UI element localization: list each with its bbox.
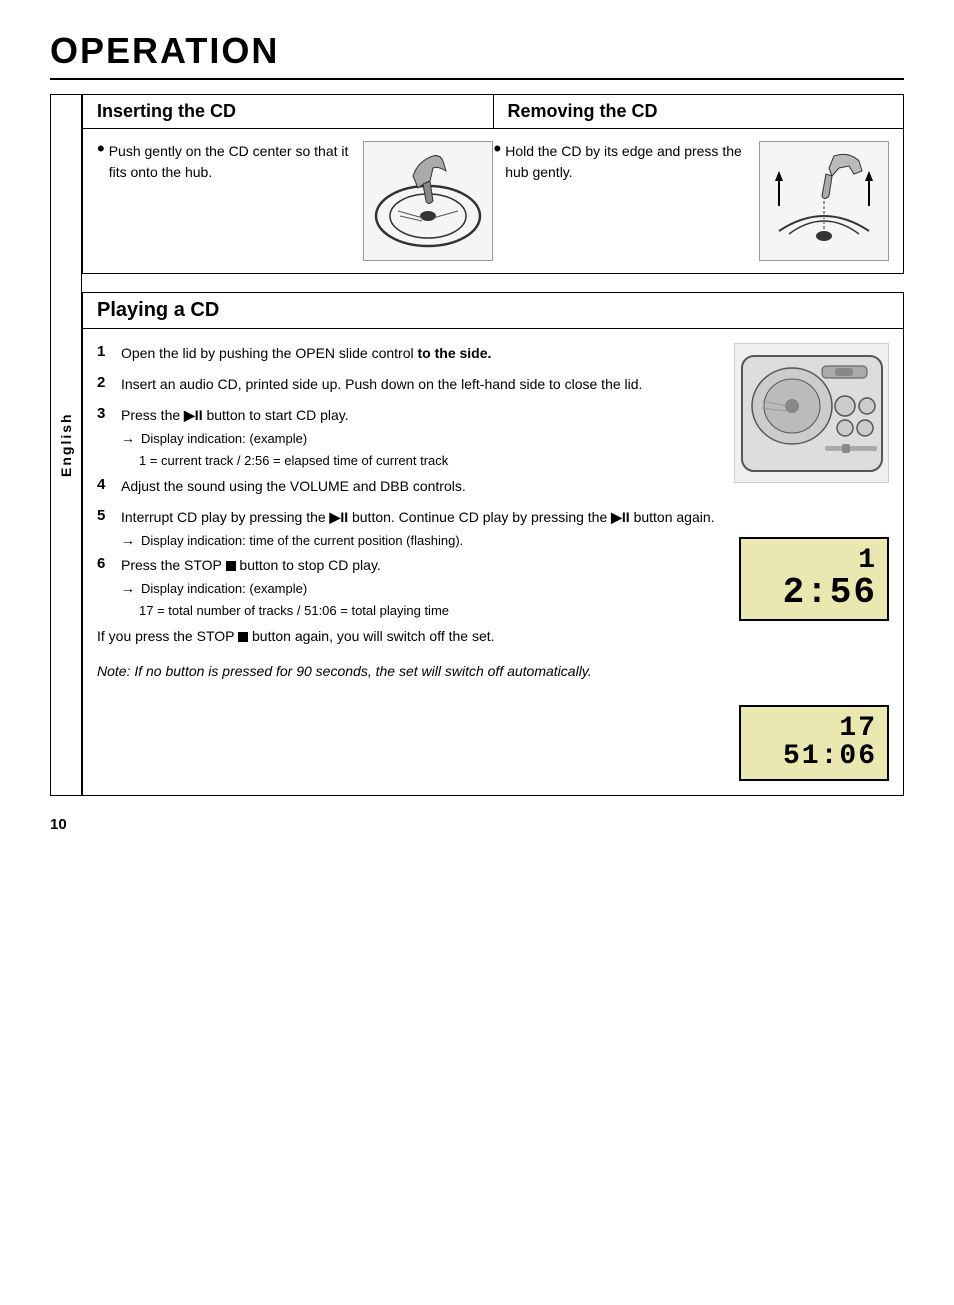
play-pause-icon-3: ▶II: [184, 407, 203, 423]
lcd1-time: 2:56: [783, 575, 877, 611]
lcd-display-1: 1 2:56: [739, 537, 889, 621]
lcd2-track: 17: [839, 715, 877, 743]
page-number: 10: [50, 816, 904, 833]
steps-list: 1 Open the lid by pushing the OPEN slide…: [97, 343, 715, 781]
step-1-num: 1: [97, 343, 113, 360]
remove-bullet-dot: •: [494, 138, 502, 160]
insert-header-label: Inserting the CD: [83, 95, 493, 128]
step-3-arrow: → Display indication: (example): [121, 430, 715, 448]
step-4: 4 Adjust the sound using the VOLUME and …: [97, 476, 715, 497]
play-pause-icon-5b: ▶II: [611, 509, 630, 525]
arrow-sym-3: →: [121, 430, 135, 446]
step-5-arrow-text: Display indication: time of the current …: [141, 532, 463, 550]
step-4-text: Adjust the sound using the VOLUME and DB…: [121, 476, 466, 497]
remove-column: • Hold the CD by its edge and press the …: [493, 141, 890, 261]
playing-body: 1 Open the lid by pushing the OPEN slide…: [83, 329, 903, 795]
step-5-text: Interrupt CD play by pressing the ▶II bu…: [121, 507, 715, 528]
step-6-extra: If you press the STOP button again, you …: [97, 626, 715, 647]
lcd1-track: 1: [858, 547, 877, 575]
step-6-sub: 17 = total number of tracks / 51:06 = to…: [139, 602, 715, 620]
remove-cd-illustration: [759, 141, 889, 261]
step-3-text: Press the ▶II button to start CD play.: [121, 405, 349, 426]
insert-bullet-dot: •: [97, 138, 105, 160]
page-title: OPERATION: [50, 30, 904, 72]
play-pause-icon-5a: ▶II: [330, 509, 349, 525]
lcd-display-2: 17 51:06: [739, 705, 889, 781]
cd-player-illustration: [734, 343, 889, 483]
arrow-sym-5: →: [121, 532, 135, 548]
sidebar-language-label: English: [50, 94, 82, 796]
insert-column: • Push gently on the CD center so that i…: [97, 141, 493, 261]
step-4-num: 4: [97, 476, 113, 493]
insert-cd-illustration: [363, 141, 493, 261]
step-2: 2 Insert an audio CD, printed side up. P…: [97, 374, 715, 395]
step-5-block: 5 Interrupt CD play by pressing the ▶II …: [97, 507, 715, 550]
step-3-sub: 1 = current track / 2:56 = elapsed time …: [139, 452, 715, 470]
step-6-num: 6: [97, 555, 113, 572]
step-6: 6 Press the STOP button to stop CD play.: [97, 555, 715, 576]
step-3-block: 3 Press the ▶II button to start CD play.…: [97, 405, 715, 470]
step-1-text: Open the lid by pushing the OPEN slide c…: [121, 343, 491, 364]
step-3-num: 3: [97, 405, 113, 422]
step-6-arrow-text: Display indication: (example): [141, 580, 307, 598]
note-text: Note: If no button is pressed for 90 sec…: [97, 661, 715, 682]
step-3: 3 Press the ▶II button to start CD play.: [97, 405, 715, 426]
steps-illustrations: 1 2:56 17 51:06: [729, 343, 889, 781]
step-5: 5 Interrupt CD play by pressing the ▶II …: [97, 507, 715, 528]
title-divider: [50, 78, 904, 80]
lcd2-time: 51:06: [783, 743, 877, 771]
playing-header: Playing a CD: [83, 293, 903, 329]
remove-text: Hold the CD by its edge and press the hu…: [505, 141, 749, 183]
stop-icon-6: [226, 561, 236, 571]
arrow-sym-6: →: [121, 580, 135, 596]
insert-remove-header: Inserting the CD Removing the CD: [83, 95, 903, 129]
step-2-num: 2: [97, 374, 113, 391]
step-5-arrow: → Display indication: time of the curren…: [121, 532, 715, 550]
step-6-text: Press the STOP button to stop CD play.: [121, 555, 381, 576]
step-3-arrow-text: Display indication: (example): [141, 430, 307, 448]
stop-icon-6b: [238, 632, 248, 642]
insert-text: Push gently on the CD center so that it …: [109, 141, 353, 183]
remove-bullet-row: • Hold the CD by its edge and press the …: [494, 141, 750, 183]
insert-remove-section: Inserting the CD Removing the CD • Push …: [82, 94, 904, 274]
insert-remove-body: • Push gently on the CD center so that i…: [83, 129, 903, 273]
playing-section: Playing a CD 1 Open the lid by pushing t…: [82, 292, 904, 796]
remove-header-label: Removing the CD: [493, 95, 904, 128]
step-6-block: 6 Press the STOP button to stop CD play.…: [97, 555, 715, 647]
step-2-text: Insert an audio CD, printed side up. Pus…: [121, 374, 642, 395]
playing-header-label: Playing a CD: [83, 293, 233, 328]
insert-bullet-row: • Push gently on the CD center so that i…: [97, 141, 353, 183]
step-6-arrow: → Display indication: (example): [121, 580, 715, 598]
step-1: 1 Open the lid by pushing the OPEN slide…: [97, 343, 715, 364]
step-5-num: 5: [97, 507, 113, 524]
